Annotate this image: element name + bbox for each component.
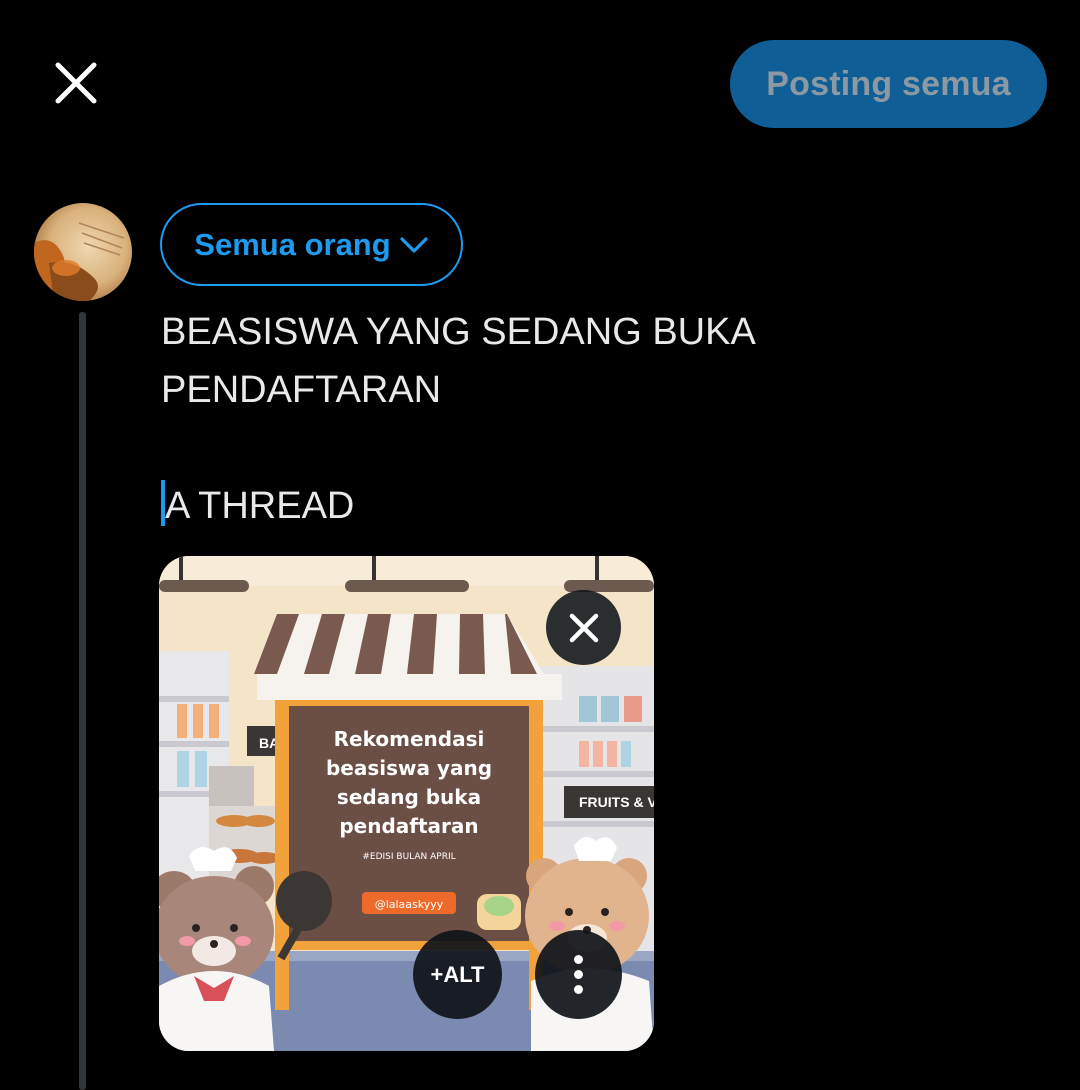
tweet-text-input[interactable]: BEASISWA YANG SEDANG BUKA PENDAFTARAN A … [161,303,941,535]
board-line-1: Rekomendasi [334,727,485,751]
board-line-4: pendaftaran [339,814,478,838]
remove-media-button[interactable] [546,590,621,665]
board-line-2: beasiswa yang [326,756,492,780]
tweet-text-line: BEASISWA YANG SEDANG BUKA [161,311,756,353]
close-button[interactable] [40,47,112,119]
shop-sign-right: FRUITS & V [579,794,654,810]
board-edition: #EDISI BULAN APRIL [362,852,455,862]
close-icon [569,613,598,642]
media-more-button[interactable] [535,930,622,1019]
board-line-3: sedang buka [337,785,481,809]
post-all-button[interactable]: Posting semua [730,40,1047,128]
close-icon [55,62,97,104]
thread-connector-line [79,312,86,1090]
tweet-text-line: PENDAFTARAN [161,369,442,411]
chevron-down-icon [400,236,428,253]
more-vertical-icon [574,955,583,964]
audience-selector[interactable]: Semua orang [160,203,463,286]
compose-thread-screen: Posting semua Semua orang BEASISWA YANG … [0,0,1080,1090]
avatar[interactable] [34,203,132,301]
tweet-text-line: A THREAD [161,477,941,535]
add-alt-text-button[interactable]: +ALT [413,930,502,1019]
board-handle: @lalaaskyyy [375,898,444,911]
audience-label: Semua orang [194,226,391,262]
